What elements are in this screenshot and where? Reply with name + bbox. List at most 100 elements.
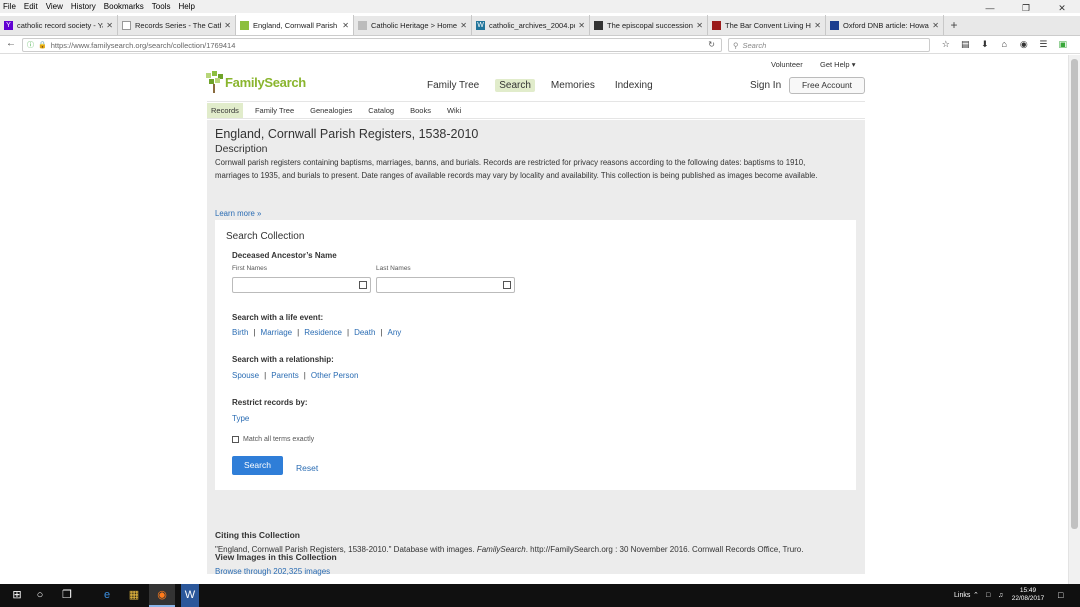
- new-tab-icon[interactable]: +: [944, 15, 964, 35]
- description-heading: Description: [215, 143, 268, 155]
- close-tab-icon[interactable]: ✕: [696, 21, 703, 30]
- match-exact-checkbox[interactable]: [232, 436, 239, 443]
- close-tab-icon[interactable]: ✕: [932, 21, 939, 30]
- webpage: Volunteer Get Help ▾ FamilySearch Family…: [0, 55, 1080, 584]
- tray-chevron-icon[interactable]: ⌃: [973, 584, 979, 607]
- home-icon[interactable]: ⌂: [995, 39, 1015, 50]
- nav-search[interactable]: Search: [495, 79, 535, 92]
- free-account-button[interactable]: Free Account: [789, 77, 865, 94]
- links-toolbar-label[interactable]: Links: [954, 584, 970, 607]
- browser-tab[interactable]: Records Series - The Catholic Re✕: [118, 15, 236, 35]
- tab-bar: Ycatholic record society - Yah ✕ Records S…: [0, 15, 1080, 36]
- navigation-toolbar: ← ⓘ 🔒 https://www.familysearch.org/searc…: [0, 37, 1080, 54]
- citation-text-end: . http://FamilySearch.org : 30 November …: [525, 545, 804, 554]
- extension-icon[interactable]: ▣: [1053, 39, 1073, 50]
- first-names-label: First Names: [232, 265, 268, 272]
- life-event-death[interactable]: Death: [354, 328, 375, 337]
- system-clock[interactable]: 15:49 22/08/2017: [1010, 587, 1046, 603]
- pocket-icon[interactable]: ◉: [1014, 39, 1034, 50]
- file-explorer-icon[interactable]: ▦: [121, 584, 147, 607]
- collection-content: England, Cornwall Parish Registers, 1538…: [207, 120, 865, 576]
- menu-history[interactable]: History: [71, 2, 96, 11]
- familysearch-logo[interactable]: FamilySearch: [206, 69, 306, 95]
- learn-more-link[interactable]: Learn more »: [215, 209, 261, 218]
- nav-memories[interactable]: Memories: [547, 79, 599, 92]
- browser-tab[interactable]: England, Cornwall Parish Re✕: [236, 15, 354, 35]
- browser-tab[interactable]: The Bar Convent Living Her ✕: [708, 15, 826, 35]
- first-names-input[interactable]: [232, 277, 371, 293]
- search-icon: ⚲: [733, 40, 739, 50]
- browser-tab[interactable]: Oxford DNB article: Howard ✕: [826, 15, 944, 35]
- last-names-input[interactable]: [376, 277, 515, 293]
- browser-search-input[interactable]: ⚲ Search: [728, 38, 930, 52]
- task-view-icon[interactable]: ❐: [54, 584, 80, 607]
- close-window-icon[interactable]: ✕: [1044, 0, 1080, 16]
- menu-view[interactable]: View: [46, 2, 63, 11]
- menu-tools[interactable]: Tools: [152, 2, 171, 11]
- volume-icon[interactable]: ♫: [998, 584, 1003, 607]
- menu-file[interactable]: File: [3, 2, 16, 11]
- reload-icon[interactable]: ↻: [708, 40, 715, 49]
- search-button[interactable]: Search: [232, 456, 283, 475]
- close-tab-icon[interactable]: ✕: [578, 21, 585, 30]
- url-text[interactable]: https://www.familysearch.org/search/coll…: [51, 41, 236, 50]
- tab-label: catholic record society - Yah: [17, 20, 104, 30]
- scrollbar-thumb[interactable]: [1071, 59, 1078, 529]
- relationship-parents[interactable]: Parents: [271, 371, 299, 380]
- exact-last-names-checkbox[interactable]: [503, 281, 511, 289]
- get-help-link[interactable]: Get Help ▾: [820, 60, 855, 69]
- nav-family-tree[interactable]: Family Tree: [423, 79, 483, 92]
- word-icon[interactable]: W: [181, 584, 199, 607]
- volunteer-link[interactable]: Volunteer: [771, 60, 803, 69]
- page-scrollbar[interactable]: [1068, 55, 1080, 584]
- reset-link[interactable]: Reset: [296, 463, 318, 473]
- browser-tab[interactable]: Wcatholic_archives_2004.pdf ✕: [472, 15, 590, 35]
- bookmark-star-icon[interactable]: ☆: [936, 39, 956, 50]
- subnav-wiki[interactable]: Wiki: [443, 103, 465, 118]
- subnav-catalog[interactable]: Catalog: [364, 103, 398, 118]
- subnav-records[interactable]: Records: [207, 102, 243, 118]
- info-icon[interactable]: ⓘ: [27, 40, 34, 50]
- life-event-residence[interactable]: Residence: [304, 328, 342, 337]
- close-tab-icon[interactable]: ✕: [224, 21, 231, 30]
- back-arrow-icon[interactable]: ←: [6, 38, 16, 49]
- relationship-spouse[interactable]: Spouse: [232, 371, 259, 380]
- relationship-other-person[interactable]: Other Person: [311, 371, 359, 380]
- menu-bookmarks[interactable]: Bookmarks: [104, 2, 144, 11]
- subnav-books[interactable]: Books: [406, 103, 435, 118]
- browse-images-link[interactable]: Browse through 202,325 images: [215, 567, 330, 576]
- close-tab-icon[interactable]: ✕: [342, 21, 349, 30]
- minimize-icon[interactable]: —: [972, 0, 1008, 16]
- edge-browser-icon[interactable]: e: [94, 584, 120, 607]
- network-icon[interactable]: □: [986, 584, 990, 607]
- search-collection-panel: Search Collection Deceased Ancestor’s Na…: [215, 220, 856, 490]
- menu-help[interactable]: Help: [178, 2, 194, 11]
- browser-tab[interactable]: The episcopal succession in ✕: [590, 15, 708, 35]
- maximize-icon[interactable]: ❐: [1008, 0, 1044, 16]
- exact-first-names-checkbox[interactable]: [359, 281, 367, 289]
- restrict-type-link[interactable]: Type: [232, 414, 249, 423]
- oxford-icon: [830, 20, 839, 30]
- clipboard-icon[interactable]: ▤: [956, 39, 976, 50]
- notifications-icon[interactable]: □: [1058, 584, 1063, 607]
- life-event-birth[interactable]: Birth: [232, 328, 248, 337]
- close-tab-icon[interactable]: ✕: [106, 21, 113, 30]
- close-tab-icon[interactable]: ✕: [460, 21, 467, 30]
- menu-edit[interactable]: Edit: [24, 2, 38, 11]
- life-event-any[interactable]: Any: [388, 328, 402, 337]
- nav-indexing[interactable]: Indexing: [611, 79, 657, 92]
- browser-tab[interactable]: Ycatholic record society - Yah ✕: [0, 15, 118, 35]
- cortana-icon[interactable]: ○: [27, 584, 53, 607]
- hamburger-menu-icon[interactable]: ☰: [1034, 39, 1054, 50]
- match-exact-row[interactable]: Match all terms exactly: [232, 436, 314, 443]
- subnav-family-tree[interactable]: Family Tree: [251, 103, 298, 118]
- address-bar[interactable]: ⓘ 🔒 https://www.familysearch.org/search/…: [22, 38, 722, 52]
- subnav-genealogies[interactable]: Genealogies: [306, 103, 356, 118]
- sign-in-link[interactable]: Sign In: [750, 80, 781, 91]
- download-icon[interactable]: ⬇: [975, 39, 995, 50]
- firefox-icon[interactable]: ◉: [149, 584, 175, 607]
- close-tab-icon[interactable]: ✕: [814, 21, 821, 30]
- browser-tab[interactable]: Catholic Heritage > Home ✕: [354, 15, 472, 35]
- life-event-marriage[interactable]: Marriage: [261, 328, 293, 337]
- clock-time: 15:49: [1019, 587, 1037, 594]
